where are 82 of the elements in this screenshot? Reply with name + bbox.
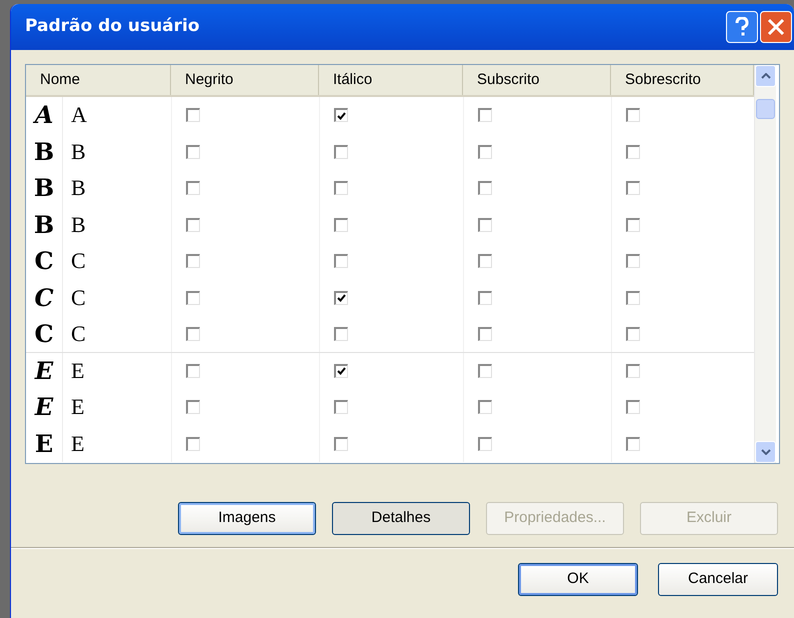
chevron-down-icon [760,449,770,455]
column-header[interactable]: Nome [26,65,171,95]
checkbox[interactable] [626,326,640,341]
font-glyph: E [33,358,54,383]
column-header[interactable]: Subscrito [463,65,611,95]
checkbox[interactable] [186,436,200,451]
checkbox[interactable] [626,108,640,122]
scroll-thumb[interactable] [756,99,775,119]
column-header[interactable]: Itálico [319,65,463,95]
checkbox[interactable] [334,326,348,341]
font-name: B [70,214,86,236]
checkbox[interactable] [334,290,348,305]
checkbox[interactable] [186,364,200,378]
checkbox[interactable] [334,144,348,159]
font-glyph: B [32,140,56,164]
checkbox[interactable] [478,364,492,378]
checkbox[interactable] [478,181,492,196]
checkbox[interactable] [626,144,640,159]
checkbox[interactable] [186,400,200,414]
checkbox[interactable] [334,400,348,414]
window-title: Padrão do usuário [25,15,200,38]
font-glyph: B [32,212,56,237]
font-glyph: A [32,103,54,128]
dialog-button[interactable]: OK [518,563,638,596]
checkbox[interactable] [626,181,640,196]
font-glyph: C [33,322,55,346]
close-button[interactable] [760,11,792,43]
checkbox[interactable] [334,364,348,378]
scrollbar[interactable] [754,65,776,463]
chevron-up-icon [760,73,770,79]
checkbox[interactable] [186,218,200,232]
dialog-button[interactable]: Cancelar [658,563,778,596]
font-name: A [70,104,87,126]
checkmark-icon [337,367,346,376]
checkbox[interactable] [334,436,348,451]
checkbox[interactable] [186,144,200,159]
help-icon [735,17,749,37]
checkbox[interactable] [186,181,200,196]
checkbox[interactable] [478,254,492,268]
checkbox[interactable] [626,218,640,232]
font-name: B [70,140,86,163]
checkbox[interactable] [334,181,348,196]
help-button[interactable] [726,11,758,43]
checkbox[interactable] [334,108,348,122]
checkbox[interactable] [334,254,348,268]
checkbox[interactable] [626,254,640,268]
column-header[interactable]: Negrito [171,65,319,95]
font-glyph: E [33,395,54,420]
font-name: C [70,322,86,345]
checkbox[interactable] [334,218,348,232]
font-glyph: C [33,249,55,274]
checkbox[interactable] [626,436,640,451]
font-name: C [70,286,86,309]
scroll-up-button[interactable] [755,65,776,87]
font-glyph: E [34,432,54,456]
checkbox[interactable] [186,326,200,341]
checkbox[interactable] [186,254,200,268]
close-icon [767,18,785,36]
checkmark-icon [337,112,346,120]
checkbox[interactable] [478,144,492,159]
font-glyph: B [32,176,56,200]
checkbox[interactable] [186,290,200,305]
view-button[interactable]: Imagens [178,502,316,535]
checkbox[interactable] [478,108,492,122]
font-name: E [70,432,84,455]
font-name: E [70,360,84,382]
font-glyph: C [33,286,55,310]
scroll-down-button[interactable] [755,441,776,463]
checkbox[interactable] [478,400,492,414]
font-name: B [70,177,86,200]
checkbox[interactable] [626,364,640,378]
checkbox[interactable] [626,400,640,414]
checkbox[interactable] [186,108,200,122]
view-button[interactable]: Detalhes [332,502,470,535]
font-name: E [70,396,84,418]
checkbox[interactable] [478,326,492,341]
checkbox[interactable] [478,436,492,451]
checkbox[interactable] [626,290,640,305]
checkbox[interactable] [478,218,492,232]
font-name: C [70,250,86,272]
checkmark-icon [337,294,346,302]
checkbox[interactable] [478,290,492,305]
